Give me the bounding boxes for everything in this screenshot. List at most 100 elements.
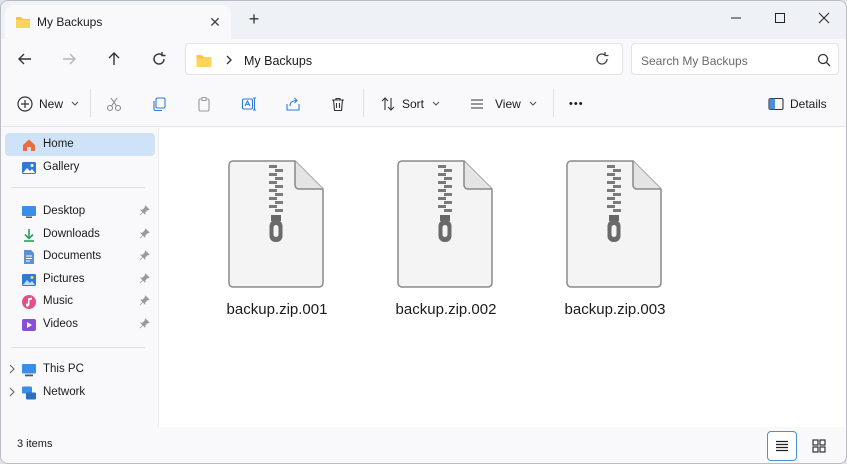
address-refresh-icon[interactable] — [594, 51, 610, 70]
search-placeholder: Search My Backups — [641, 54, 748, 68]
pin-icon[interactable] — [139, 273, 150, 284]
rename-button[interactable] — [241, 91, 257, 117]
file-item[interactable]: backup.zip.001 — [202, 159, 352, 329]
sort-label: Sort — [402, 97, 425, 111]
cut-button[interactable] — [106, 91, 122, 117]
tab-title: My Backups — [37, 15, 103, 29]
pin-icon[interactable] — [139, 250, 150, 261]
tiles-view-button[interactable] — [804, 431, 834, 461]
refresh-button[interactable] — [147, 47, 171, 71]
forward-button[interactable] — [57, 47, 81, 71]
search-icon[interactable] — [817, 53, 831, 70]
pin-icon[interactable] — [139, 295, 150, 306]
file-explorer-window: My Backups ✕ + My Backups Search My Back… — [0, 0, 847, 464]
navigation-bar: My Backups Search My Backups — [1, 39, 846, 79]
sidebar-item-label: Pictures — [43, 273, 85, 285]
sidebar-item-label: Gallery — [43, 161, 80, 173]
pin-icon[interactable] — [139, 318, 150, 329]
sidebar-item-network[interactable]: Network — [5, 381, 155, 404]
music-icon — [22, 295, 36, 309]
view-button[interactable]: View — [469, 91, 537, 117]
sidebar-item-this-pc[interactable]: This PC — [5, 358, 155, 381]
gallery-icon — [22, 162, 36, 174]
chevron-right-icon[interactable] — [8, 364, 16, 374]
sidebar-item-videos[interactable]: Videos — [5, 313, 155, 336]
details-view-button[interactable] — [767, 431, 797, 461]
list-view-icon — [776, 440, 788, 452]
chevron-down-icon — [432, 101, 440, 106]
cut-icon — [106, 97, 122, 112]
sort-icon — [381, 97, 395, 111]
details-pane-icon — [768, 97, 784, 111]
file-name: backup.zip.001 — [226, 301, 328, 318]
divider — [553, 89, 554, 117]
chevron-down-icon — [529, 101, 537, 106]
maximize-button[interactable] — [757, 5, 803, 31]
sidebar-item-desktop[interactable]: Desktop — [5, 200, 155, 223]
sidebar-item-label: Network — [43, 386, 86, 398]
documents-icon — [24, 250, 34, 264]
status-bar: 3 items — [1, 427, 846, 463]
sidebar-item-label: This PC — [43, 363, 84, 375]
tab-my-backups[interactable]: My Backups ✕ — [5, 5, 231, 39]
sidebar-divider — [11, 187, 145, 188]
network-icon — [22, 386, 36, 400]
breadcrumb-my-backups[interactable]: My Backups — [244, 54, 312, 68]
chevron-right-icon[interactable] — [224, 53, 234, 70]
trash-icon — [332, 97, 344, 112]
address-bar[interactable]: My Backups — [185, 43, 623, 75]
close-window-button[interactable] — [801, 5, 846, 31]
file-item[interactable]: backup.zip.003 — [540, 159, 690, 329]
sidebar-item-home[interactable]: Home — [5, 133, 155, 156]
new-tab-button[interactable]: + — [245, 10, 263, 29]
sort-button[interactable]: Sort — [380, 91, 440, 117]
chevron-right-icon[interactable] — [8, 387, 16, 397]
delete-button[interactable] — [330, 91, 346, 117]
zip-file-icon — [397, 160, 493, 288]
chevron-down-icon — [71, 101, 79, 106]
file-name: backup.zip.002 — [395, 301, 497, 318]
paste-button[interactable] — [196, 91, 212, 117]
minimize-button[interactable] — [713, 5, 759, 31]
title-bar: My Backups ✕ + — [1, 1, 846, 39]
divider — [90, 89, 91, 117]
view-lines-icon — [471, 99, 483, 109]
close-tab-icon[interactable]: ✕ — [207, 14, 223, 30]
pin-icon[interactable] — [139, 205, 150, 216]
back-button[interactable] — [13, 47, 37, 71]
paste-icon — [198, 97, 210, 112]
details-label: Details — [790, 97, 827, 111]
more-options-button[interactable]: ••• — [569, 91, 584, 117]
folder-icon — [15, 15, 31, 32]
divider — [363, 89, 364, 117]
pictures-icon — [22, 274, 36, 286]
grid-view-icon — [812, 439, 826, 453]
sidebar-item-label: Downloads — [43, 228, 100, 240]
share-button[interactable] — [285, 91, 301, 117]
sidebar-item-gallery[interactable]: Gallery — [5, 156, 155, 179]
pc-icon — [22, 364, 36, 377]
up-button[interactable] — [102, 47, 126, 71]
copy-button[interactable] — [151, 91, 167, 117]
home-icon — [23, 139, 35, 151]
copy-icon — [153, 97, 166, 112]
rename-icon — [241, 97, 256, 111]
search-box[interactable]: Search My Backups — [631, 43, 839, 75]
sidebar-item-music[interactable]: Music — [5, 290, 155, 313]
file-name: backup.zip.003 — [564, 301, 666, 318]
sidebar-item-label: Music — [43, 295, 74, 307]
sidebar-item-documents[interactable]: Documents — [5, 245, 155, 268]
sidebar-item-downloads[interactable]: Downloads — [5, 223, 155, 246]
details-button[interactable]: Details — [768, 91, 827, 117]
command-bar: New Sort View ••• Details — [1, 79, 846, 127]
new-button[interactable]: New — [17, 91, 79, 117]
sidebar-item-label: Videos — [43, 318, 78, 330]
sidebar-divider — [11, 347, 145, 348]
file-item[interactable]: backup.zip.002 — [371, 159, 521, 329]
videos-icon — [22, 319, 36, 331]
sidebar-item-pictures[interactable]: Pictures — [5, 268, 155, 291]
item-count: 3 items — [17, 438, 53, 450]
navigation-pane: Home Gallery Desktop Downloads Documents… — [1, 127, 159, 427]
sidebar-item-label: Documents — [43, 250, 102, 262]
pin-icon[interactable] — [139, 228, 150, 239]
